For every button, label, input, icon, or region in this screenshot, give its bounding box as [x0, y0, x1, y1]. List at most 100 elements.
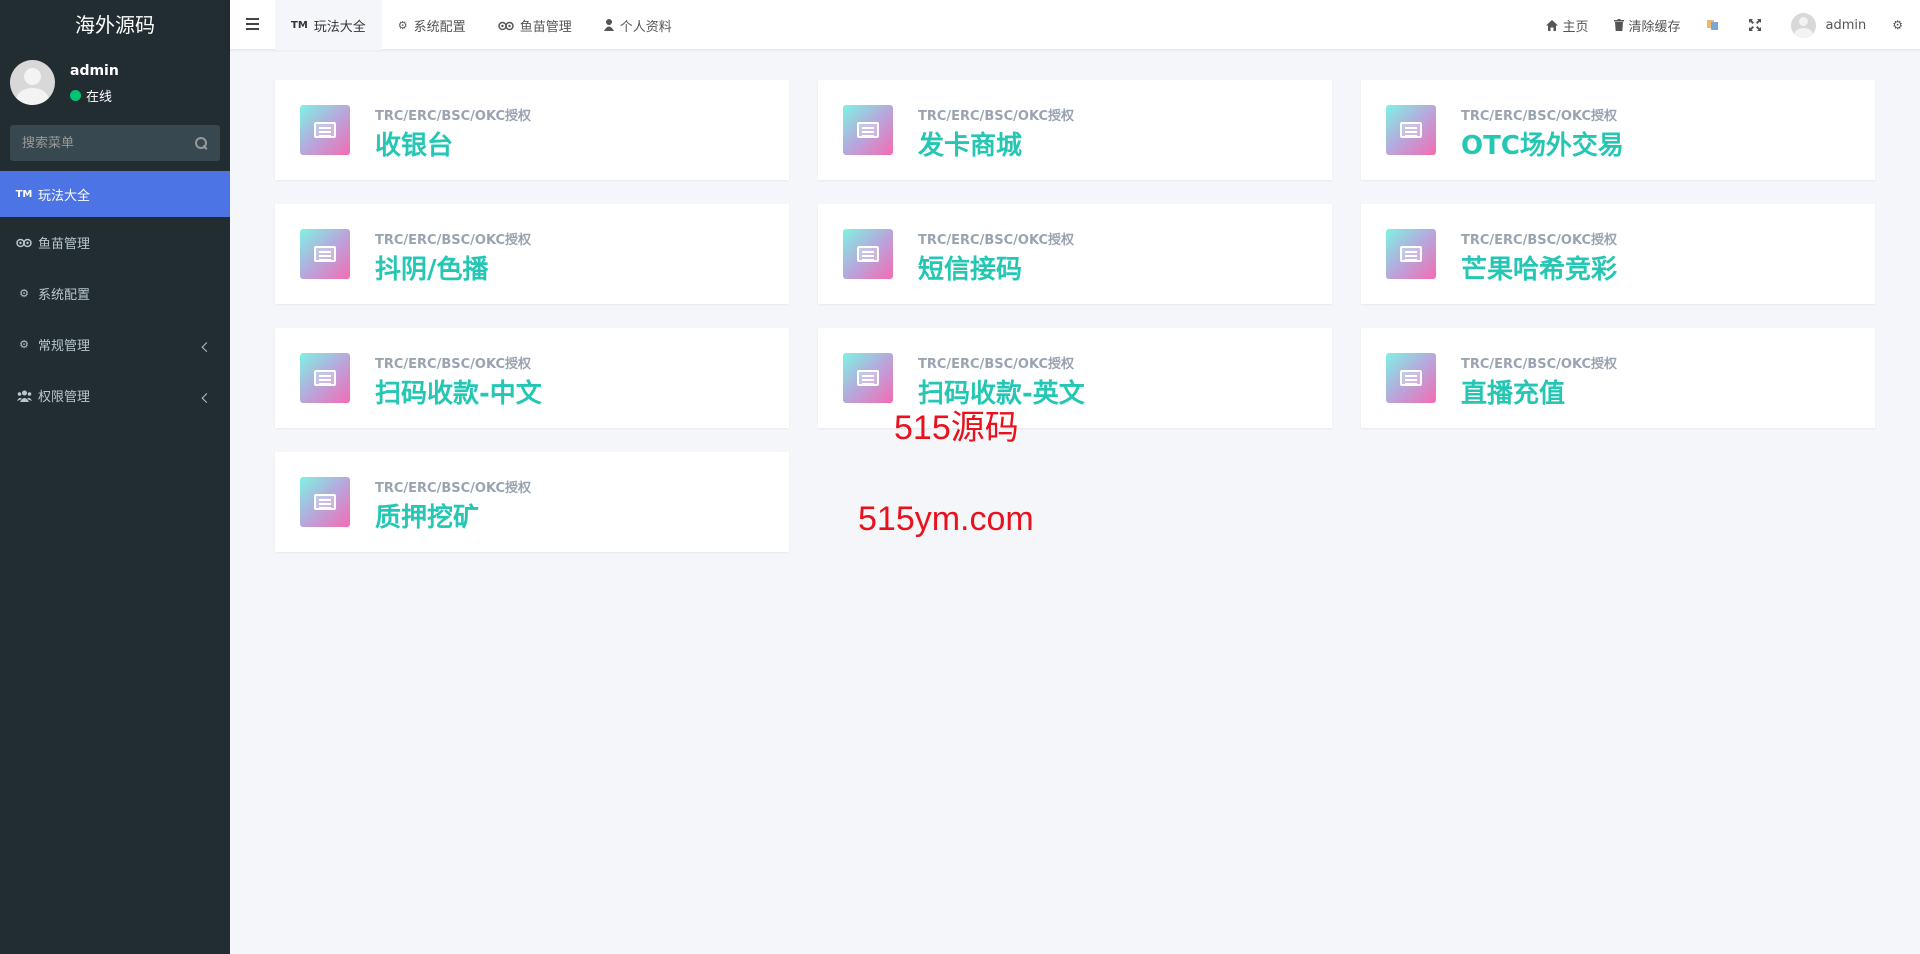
home-label: 主页 — [1562, 19, 1589, 35]
topbar: TM 玩法大全 ⚙ 系统配置 鱼苗管理 个人资料 主页 清除缓存 admin ⚙ — [230, 0, 1920, 50]
sidebar-item-label: 鱼苗管理 — [38, 237, 91, 252]
right-nav: 主页 清除缓存 admin ⚙ — [1533, 0, 1920, 50]
newspaper-icon — [1386, 105, 1436, 155]
newspaper-icon — [300, 105, 350, 155]
card-subtitle: TRC/ERC/BSC/OKC授权 — [918, 233, 1074, 248]
card-subtitle: TRC/ERC/BSC/OKC授权 — [375, 481, 531, 496]
newspaper-icon — [300, 477, 350, 527]
watermark-text: 515源码 — [894, 409, 1019, 447]
sidebar: 海外源码 admin 在线 TM 玩法大全 鱼苗管理 ⚙ 系统配置 ⚙ 常规管理 — [0, 0, 230, 954]
sidebar-item-system-config[interactable]: ⚙ 系统配置 — [0, 268, 230, 319]
clear-cache-label: 清除缓存 — [1628, 19, 1681, 35]
tab-label: 玩法大全 — [313, 19, 366, 35]
tab-games[interactable]: TM 玩法大全 — [275, 0, 382, 50]
newspaper-icon — [300, 353, 350, 403]
trash-icon — [1614, 19, 1625, 31]
tripadvisor-icon — [16, 236, 32, 250]
sidebar-item-label: 常规管理 — [38, 339, 91, 354]
sidebar-menu: TM 玩法大全 鱼苗管理 ⚙ 系统配置 ⚙ 常规管理 权限管理 — [0, 171, 230, 421]
sidebar-item-fish[interactable]: 鱼苗管理 — [0, 217, 230, 268]
user-status: 在线 — [70, 86, 112, 105]
newspaper-icon — [1386, 229, 1436, 279]
app-card-staking[interactable]: TRC/ERC/BSC/OKC授权 质押挖矿 — [275, 452, 789, 552]
newspaper-icon — [1386, 353, 1436, 403]
tripadvisor-icon — [497, 20, 514, 31]
user-menu[interactable]: admin — [1778, 0, 1880, 50]
tab-bar: TM 玩法大全 ⚙ 系统配置 鱼苗管理 个人资料 — [275, 0, 688, 50]
tab-fish[interactable]: 鱼苗管理 — [482, 0, 588, 50]
search-icon[interactable] — [195, 136, 208, 150]
sidebar-item-label: 玩法大全 — [38, 188, 91, 204]
card-title: OTC场外交易 — [1461, 131, 1624, 161]
card-title: 发卡商城 — [918, 131, 1023, 161]
gears-icon: ⚙ — [1892, 18, 1903, 32]
home-icon — [1546, 19, 1559, 31]
card-subtitle: TRC/ERC/BSC/OKC授权 — [918, 357, 1074, 372]
app-card-hash-lottery[interactable]: TRC/ERC/BSC/OKC授权 芒果哈希竞彩 — [1361, 204, 1875, 304]
gears-icon: ⚙ — [19, 338, 29, 351]
search-input[interactable] — [22, 135, 182, 151]
sidebar-search — [10, 125, 220, 161]
sidebar-toggle-icon[interactable] — [246, 18, 259, 30]
card-title: 扫码收款-中文 — [375, 379, 542, 409]
user-status-label: 在线 — [86, 90, 113, 105]
fullscreen-icon — [1748, 19, 1761, 31]
sidebar-item-general[interactable]: ⚙ 常规管理 — [0, 319, 230, 370]
app-card-cashier[interactable]: TRC/ERC/BSC/OKC授权 收银台 — [275, 80, 789, 180]
chevron-left-icon — [201, 341, 212, 352]
tm-icon: TM — [15, 188, 33, 200]
gear-icon: ⚙ — [19, 287, 29, 300]
tab-label: 个人资料 — [619, 19, 672, 35]
user-icon — [603, 19, 614, 31]
card-subtitle: TRC/ERC/BSC/OKC授权 — [375, 109, 531, 124]
app-card-live-video[interactable]: TRC/ERC/BSC/OKC授权 抖阴/色播 — [275, 204, 789, 304]
watermark-url: 515ym.com — [858, 500, 1034, 538]
card-subtitle: TRC/ERC/BSC/OKC授权 — [1461, 357, 1617, 372]
app-card-live-recharge[interactable]: TRC/ERC/BSC/OKC授权 直播充值 — [1361, 328, 1875, 428]
main-content: TRC/ERC/BSC/OKC授权 收银台 TRC/ERC/BSC/OKC授权 … — [230, 50, 1920, 954]
language-icon — [1706, 19, 1719, 31]
newspaper-icon — [843, 105, 893, 155]
app-card-card-shop[interactable]: TRC/ERC/BSC/OKC授权 发卡商城 — [818, 80, 1332, 180]
app-card-sms[interactable]: TRC/ERC/BSC/OKC授权 短信接码 — [818, 204, 1332, 304]
newspaper-icon — [843, 229, 893, 279]
sidebar-item-label: 权限管理 — [38, 390, 91, 405]
user-panel: admin 在线 — [0, 50, 230, 120]
card-title: 芒果哈希竞彩 — [1461, 255, 1618, 285]
fullscreen-button[interactable] — [1736, 0, 1778, 50]
sidebar-item-permissions[interactable]: 权限管理 — [0, 370, 230, 421]
sidebar-item-games[interactable]: TM 玩法大全 — [0, 171, 230, 217]
card-subtitle: TRC/ERC/BSC/OKC授权 — [918, 109, 1074, 124]
newspaper-icon — [843, 353, 893, 403]
online-status-icon — [70, 90, 81, 101]
avatar — [10, 60, 55, 105]
tab-label: 系统配置 — [413, 19, 466, 35]
tm-icon: TM — [291, 19, 308, 31]
app-card-otc[interactable]: TRC/ERC/BSC/OKC授权 OTC场外交易 — [1361, 80, 1875, 180]
home-link[interactable]: 主页 — [1533, 0, 1601, 50]
tab-system-config[interactable]: ⚙ 系统配置 — [382, 0, 482, 50]
chevron-left-icon — [201, 392, 212, 403]
card-subtitle: TRC/ERC/BSC/OKC授权 — [375, 233, 531, 248]
card-title: 收银台 — [375, 131, 454, 161]
user-name: admin — [70, 63, 119, 79]
card-subtitle: TRC/ERC/BSC/OKC授权 — [375, 357, 531, 372]
sidebar-item-label: 系统配置 — [38, 288, 91, 303]
card-subtitle: TRC/ERC/BSC/OKC授权 — [1461, 109, 1617, 124]
card-title: 短信接码 — [918, 255, 1023, 285]
card-title: 质押挖矿 — [375, 503, 480, 533]
brand-logo[interactable]: 海外源码 — [0, 0, 230, 50]
tab-label: 鱼苗管理 — [519, 19, 572, 35]
users-icon — [16, 389, 32, 403]
gear-icon: ⚙ — [397, 18, 408, 32]
tab-profile[interactable]: 个人资料 — [588, 0, 688, 50]
settings-button[interactable]: ⚙ — [1879, 0, 1920, 50]
clear-cache-button[interactable]: 清除缓存 — [1601, 0, 1693, 50]
avatar — [1790, 12, 1816, 38]
card-title: 抖阴/色播 — [375, 255, 489, 285]
app-card-qr-cn[interactable]: TRC/ERC/BSC/OKC授权 扫码收款-中文 — [275, 328, 789, 428]
card-subtitle: TRC/ERC/BSC/OKC授权 — [1461, 233, 1617, 248]
language-button[interactable] — [1694, 0, 1736, 50]
user-menu-label: admin — [1825, 17, 1867, 33]
card-title: 直播充值 — [1461, 379, 1566, 409]
